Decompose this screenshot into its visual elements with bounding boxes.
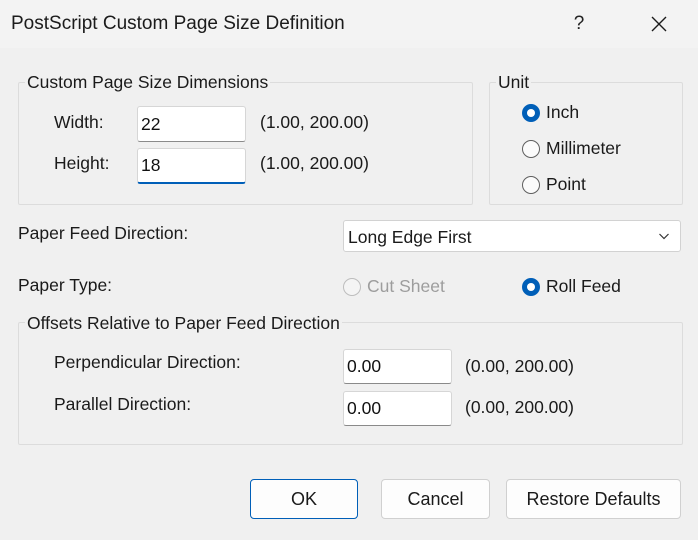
offsets-group-label: Offsets Relative to Paper Feed Direction xyxy=(25,313,342,334)
paper-type-radio-roll-feed[interactable]: Roll Feed xyxy=(522,276,621,297)
perpendicular-range: (0.00, 200.00) xyxy=(465,356,574,376)
ok-button[interactable]: OK xyxy=(250,479,358,519)
unit-group-label: Unit xyxy=(496,72,532,93)
width-range: (1.00, 200.00) xyxy=(260,112,369,132)
close-icon xyxy=(651,16,667,32)
title-bar: PostScript Custom Page Size Definition ? xyxy=(0,0,698,48)
dimensions-group xyxy=(18,82,473,205)
paper-feed-dropdown[interactable]: Long Edge First xyxy=(343,220,681,252)
parallel-input[interactable] xyxy=(343,391,452,426)
cut-sheet-label: Cut Sheet xyxy=(367,276,445,296)
roll-feed-label: Roll Feed xyxy=(546,276,621,296)
unit-radio-point[interactable]: Point xyxy=(522,174,586,195)
height-label: Height: xyxy=(54,153,110,173)
unit-radio-inch[interactable]: Inch xyxy=(522,102,579,123)
width-input[interactable] xyxy=(137,106,246,142)
radio-unselected-icon xyxy=(522,139,540,158)
radio-unselected-icon xyxy=(522,175,540,194)
height-input[interactable] xyxy=(137,148,246,184)
help-button[interactable]: ? xyxy=(557,4,601,44)
parallel-label: Parallel Direction: xyxy=(54,394,192,414)
height-range: (1.00, 200.00) xyxy=(260,153,369,173)
radio-selected-icon xyxy=(522,277,540,296)
unit-radio-millimeter[interactable]: Millimeter xyxy=(522,138,621,159)
dimensions-group-label: Custom Page Size Dimensions xyxy=(25,72,271,93)
paper-type-label: Paper Type: xyxy=(18,275,113,295)
parallel-range: (0.00, 200.00) xyxy=(465,397,574,417)
restore-defaults-button[interactable]: Restore Defaults xyxy=(506,479,681,519)
perpendicular-label: Perpendicular Direction: xyxy=(54,352,241,372)
close-button[interactable] xyxy=(637,4,681,44)
unit-inch-label: Inch xyxy=(546,102,580,122)
width-label: Width: xyxy=(54,112,104,132)
dialog-title: PostScript Custom Page Size Definition xyxy=(11,13,345,34)
paper-type-radio-cut-sheet[interactable]: Cut Sheet xyxy=(343,276,445,297)
radio-disabled-icon xyxy=(343,277,361,296)
paper-feed-label: Paper Feed Direction: xyxy=(18,223,189,243)
paper-feed-selected-value: Long Edge First xyxy=(348,227,472,247)
perpendicular-input[interactable] xyxy=(343,349,452,384)
cancel-button[interactable]: Cancel xyxy=(381,479,490,519)
unit-point-label: Point xyxy=(546,174,586,194)
radio-selected-icon xyxy=(522,103,540,122)
chevron-down-icon xyxy=(659,233,669,240)
dialog-window: PostScript Custom Page Size Definition ?… xyxy=(0,0,698,540)
unit-millimeter-label: Millimeter xyxy=(546,138,621,158)
